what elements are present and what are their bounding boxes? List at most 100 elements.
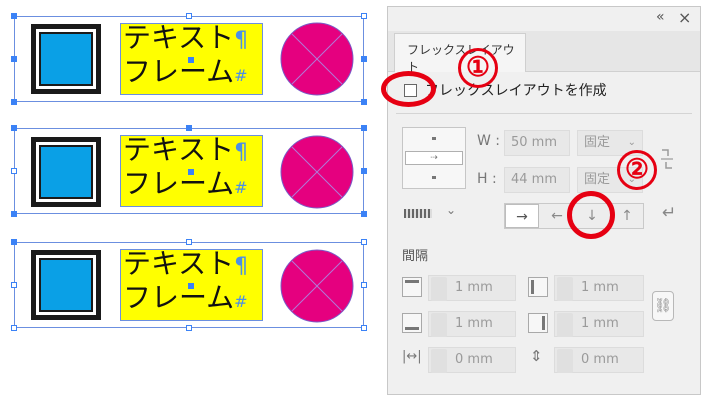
proxy-center-bar: ⇢ — [405, 151, 463, 165]
circle-frame[interactable] — [279, 134, 355, 210]
proxy-dot-bottom — [432, 176, 436, 179]
square-frame[interactable] — [31, 137, 101, 207]
link-spacing-button[interactable]: ⛓ — [652, 291, 674, 321]
proxy-dot-top — [432, 137, 436, 140]
selection-handle[interactable] — [11, 325, 17, 331]
spacing-heading: 間隔 — [402, 249, 429, 264]
text-line-2: フレーム — [123, 281, 235, 314]
selection-handle[interactable] — [11, 239, 17, 245]
horizontal-gap-value: 0 mm — [455, 352, 493, 367]
chevron-down-icon: ⌄ — [446, 203, 457, 217]
padding-bottom-icon — [402, 313, 422, 333]
vertical-gap-icon: ⇕ — [530, 347, 543, 365]
padding-bottom-value: 1 mm — [455, 316, 493, 331]
frame-center-point — [188, 57, 194, 63]
end-of-story-mark: # — [234, 66, 248, 85]
vertical-gap-value: 0 mm — [581, 352, 619, 367]
vertical-gap-field[interactable]: 0 mm — [554, 347, 644, 373]
text-line-2: フレーム — [123, 167, 235, 200]
height-mode: 固定 — [584, 172, 611, 187]
close-icon[interactable]: × — [678, 8, 691, 27]
selection-handle[interactable] — [186, 325, 192, 331]
unlink-icon[interactable] — [658, 148, 676, 170]
stepper-icon[interactable] — [431, 313, 447, 337]
pilcrow-mark: ¶ — [234, 140, 249, 165]
pilcrow-mark: ¶ — [234, 254, 249, 279]
selection-handle[interactable] — [186, 13, 192, 19]
padding-top-value: 1 mm — [455, 280, 493, 295]
selection-handle[interactable] — [11, 168, 17, 174]
padding-right-icon — [528, 313, 548, 333]
annotation-ring-down-button — [567, 191, 615, 239]
end-of-story-mark: # — [234, 292, 248, 311]
width-value: 50 mm — [511, 135, 558, 150]
direction-right-button[interactable]: → — [505, 204, 539, 228]
justify-icon — [404, 209, 432, 218]
padding-right-value: 1 mm — [581, 316, 619, 331]
annotation-ring-checkbox — [381, 71, 436, 107]
justify-dropdown[interactable]: ⌄ — [400, 203, 466, 225]
stepper-icon[interactable] — [431, 349, 447, 373]
selection-handle[interactable] — [186, 125, 192, 131]
selection-handle[interactable] — [11, 282, 17, 288]
selection-handle[interactable] — [11, 125, 17, 131]
direction-up-button[interactable]: ↑ — [610, 204, 644, 228]
padding-right-field[interactable]: 1 mm — [554, 311, 644, 337]
height-field[interactable]: 44 mm — [504, 167, 570, 193]
selection-handle[interactable] — [361, 168, 367, 174]
selection-handle[interactable] — [11, 99, 17, 105]
stepper-icon[interactable] — [557, 313, 573, 337]
stepper-icon[interactable] — [431, 277, 447, 301]
selection-handle[interactable] — [361, 282, 367, 288]
selection-handle[interactable] — [11, 56, 17, 62]
square-frame[interactable] — [31, 24, 101, 94]
selection-handle[interactable] — [361, 325, 367, 331]
selection-handle[interactable] — [361, 125, 367, 131]
padding-left-value: 1 mm — [581, 280, 619, 295]
padding-top-icon — [402, 277, 422, 297]
end-of-story-mark: # — [234, 178, 248, 197]
text-line-1: テキスト — [123, 21, 235, 54]
horizontal-gap-icon: |↔| — [402, 349, 422, 364]
annotation-number-1: ① — [458, 48, 498, 88]
text-line-2: フレーム — [123, 55, 235, 88]
selection-handle[interactable] — [361, 211, 367, 217]
frame-center-point — [188, 283, 194, 289]
selection-handle[interactable] — [361, 239, 367, 245]
stepper-icon[interactable] — [557, 277, 573, 301]
text-frame[interactable]: テキスト¶ フレーム# — [120, 247, 263, 321]
text-frame[interactable]: テキスト¶ フレーム# — [120, 133, 263, 207]
wrap-icon[interactable]: ↵ — [662, 203, 676, 223]
padding-left-icon — [528, 277, 548, 297]
text-line-1: テキスト — [123, 133, 235, 166]
circle-frame[interactable] — [279, 248, 355, 324]
selection-handle[interactable] — [361, 56, 367, 62]
text-frame[interactable]: テキスト¶ フレーム# — [120, 21, 263, 95]
padding-top-field[interactable]: 1 mm — [428, 275, 516, 301]
circle-frame[interactable] — [279, 21, 355, 97]
create-flex-layout-label[interactable]: フレックスレイアウトを作成 — [425, 80, 607, 100]
height-label: H : — [477, 171, 497, 187]
selection-handle[interactable] — [361, 13, 367, 19]
height-value: 44 mm — [511, 172, 558, 187]
selection-handle[interactable] — [11, 211, 17, 217]
text-line-1: テキスト — [123, 247, 235, 280]
collapse-panel-icon[interactable]: « — [656, 9, 665, 25]
selection-handle[interactable] — [361, 99, 367, 105]
alignment-proxy[interactable]: ⇢ — [402, 127, 466, 189]
width-field[interactable]: 50 mm — [504, 130, 570, 156]
stepper-icon[interactable] — [557, 349, 573, 373]
frame-center-point — [188, 169, 194, 175]
tab-strip: フレックスレイアウト — [388, 31, 700, 74]
chain-icon: ⛓ — [654, 298, 672, 314]
horizontal-gap-field[interactable]: 0 mm — [428, 347, 516, 373]
selection-handle[interactable] — [186, 239, 192, 245]
padding-left-field[interactable]: 1 mm — [554, 275, 644, 301]
flex-layout-panel: « × フレックスレイアウト フレックスレイアウトを作成 ⇢ W : 50 mm… — [387, 6, 701, 395]
annotation-number-2: ② — [617, 150, 657, 190]
padding-bottom-field[interactable]: 1 mm — [428, 311, 516, 337]
selection-handle[interactable] — [11, 13, 17, 19]
square-frame[interactable] — [31, 250, 101, 320]
width-label: W : — [477, 133, 501, 149]
pilcrow-mark: ¶ — [234, 28, 249, 53]
